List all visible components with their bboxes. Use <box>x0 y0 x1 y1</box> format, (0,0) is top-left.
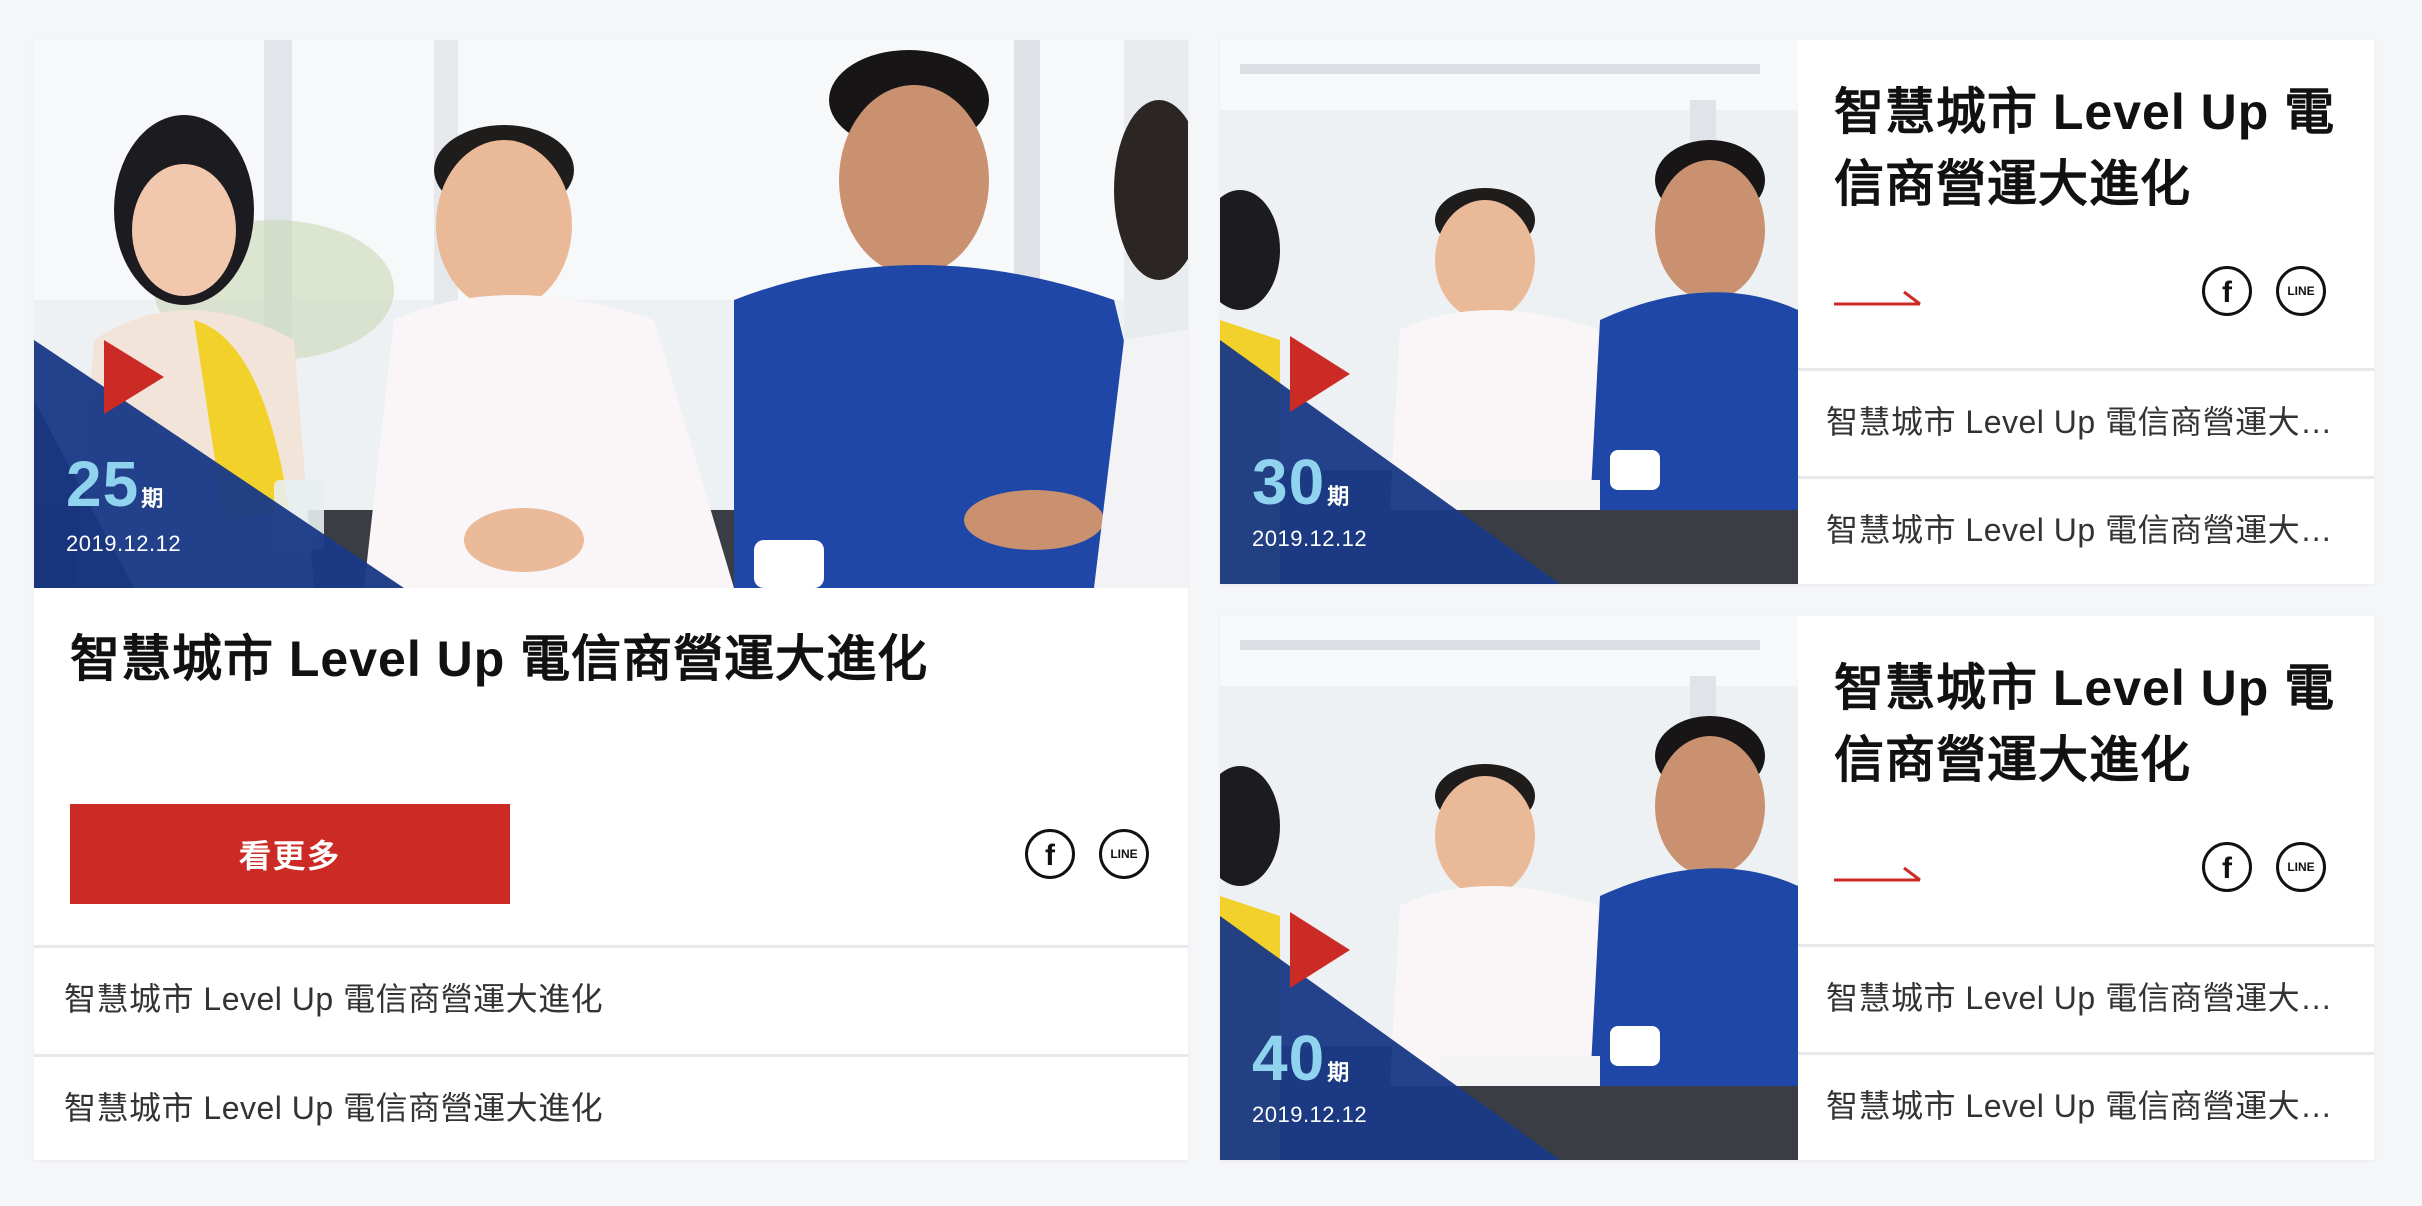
arrow-right-icon[interactable] <box>1834 284 1924 312</box>
facebook-icon: f <box>2222 276 2232 309</box>
article-info: 智慧城市 Level Up 電信商營運大進化 f LINE 智慧城市 Level… <box>1798 40 2374 584</box>
featured-article-card[interactable]: 25期 2019.12.12 智慧城市 Level Up 電信商營運大進化 看更… <box>34 40 1188 1160</box>
share-buttons: f LINE <box>2202 266 2326 316</box>
article-photo[interactable]: 40期 2019.12.12 <box>1220 616 1798 1160</box>
list-item[interactable]: 智慧城市 Level Up 電信商營運大進化 <box>34 1054 1188 1160</box>
featured-title[interactable]: 智慧城市 Level Up 電信商營運大進化 <box>70 623 1150 695</box>
article-photo[interactable]: 30期 2019.12.12 <box>1220 40 1798 584</box>
facebook-share-button[interactable]: f <box>1025 829 1075 879</box>
facebook-share-button[interactable]: f <box>2202 842 2252 892</box>
list-item[interactable]: 智慧城市 Level Up 電信商營運大進化 <box>1798 1052 2374 1158</box>
line-share-button[interactable]: LINE <box>2276 266 2326 316</box>
facebook-icon: f <box>1045 839 1055 872</box>
list-item[interactable]: 智慧城市 Level Up 電信商營運大進化 <box>1798 944 2374 1050</box>
line-icon: LINE <box>2287 284 2315 298</box>
list-item[interactable]: 智慧城市 Level Up 電信商營運大進化 <box>1798 368 2374 474</box>
list-item[interactable]: 智慧城市 Level Up 電信商營運大進化 <box>1798 476 2374 582</box>
line-share-button[interactable]: LINE <box>1099 829 1149 879</box>
facebook-icon: f <box>2222 852 2232 885</box>
list-item[interactable]: 智慧城市 Level Up 電信商營運大進化 <box>34 945 1188 1051</box>
office-meeting-photo <box>34 40 1188 588</box>
featured-photo[interactable]: 25期 2019.12.12 <box>34 40 1188 588</box>
share-buttons: f LINE <box>1025 829 1149 879</box>
article-title[interactable]: 智慧城市 Level Up 電信商營運大進化 <box>1834 76 2344 220</box>
line-icon: LINE <box>2287 860 2315 874</box>
article-card[interactable]: 40期 2019.12.12 智慧城市 Level Up 電信商營運大進化 f … <box>1220 616 2374 1160</box>
office-meeting-photo <box>1220 40 1798 584</box>
arrow-right-icon[interactable] <box>1834 860 1924 888</box>
office-meeting-photo <box>1220 616 1798 1160</box>
share-buttons: f LINE <box>2202 842 2326 892</box>
see-more-button[interactable]: 看更多 <box>70 804 510 904</box>
article-info: 智慧城市 Level Up 電信商營運大進化 f LINE 智慧城市 Level… <box>1798 616 2374 1160</box>
line-share-button[interactable]: LINE <box>2276 842 2326 892</box>
article-card[interactable]: 30期 2019.12.12 智慧城市 Level Up 電信商營運大進化 f … <box>1220 40 2374 584</box>
line-icon: LINE <box>1110 847 1138 861</box>
facebook-share-button[interactable]: f <box>2202 266 2252 316</box>
article-title[interactable]: 智慧城市 Level Up 電信商營運大進化 <box>1834 652 2344 796</box>
